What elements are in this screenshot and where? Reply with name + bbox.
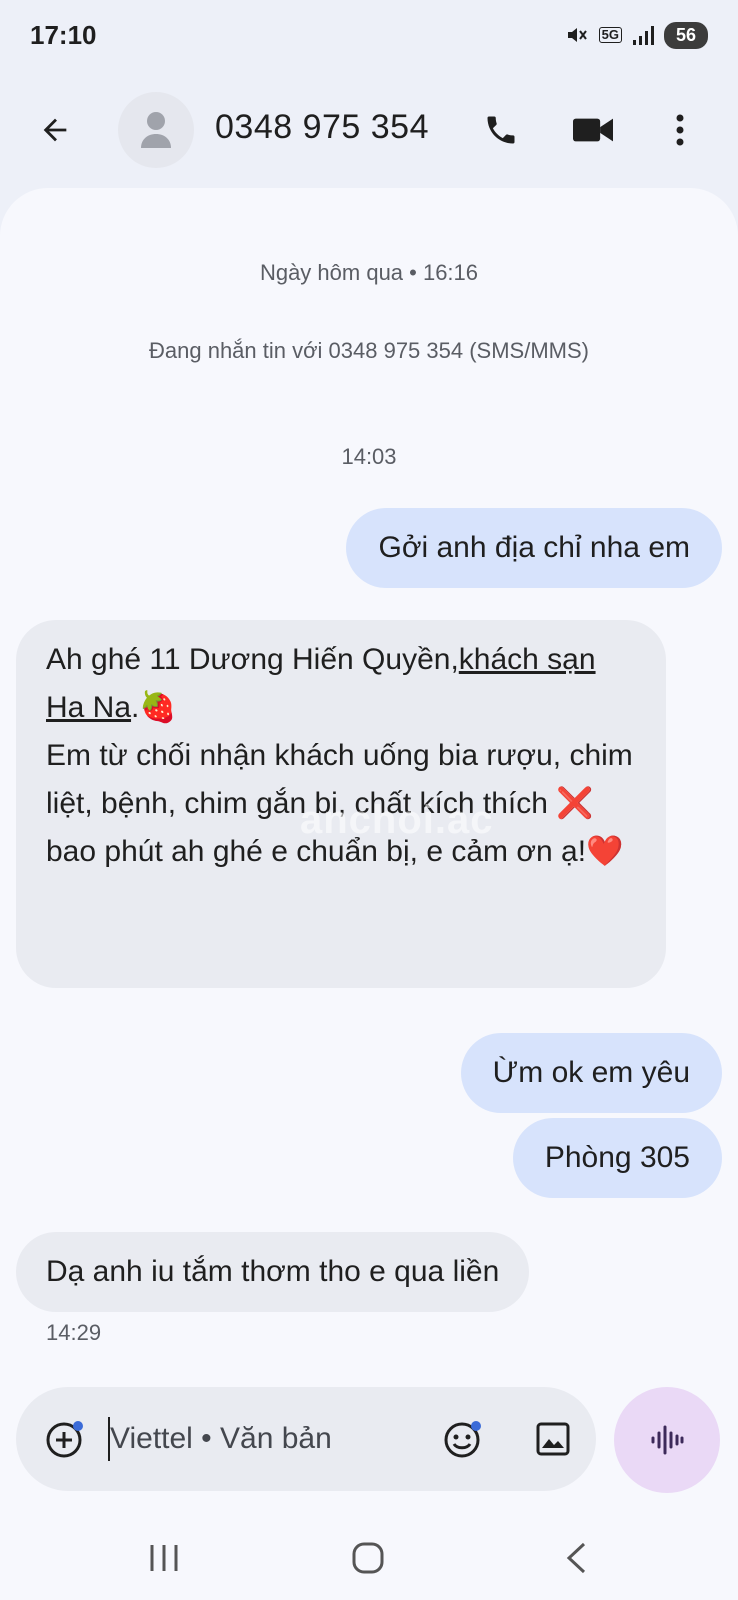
status-icons: 5G 56 bbox=[565, 21, 708, 49]
nav-back-icon bbox=[566, 1542, 586, 1574]
5g-icon: 5G bbox=[598, 27, 622, 43]
more-vertical-icon bbox=[676, 114, 684, 146]
add-circle-icon bbox=[46, 1421, 83, 1458]
message-bubble-outgoing[interactable]: Phòng 305 bbox=[512, 1118, 722, 1198]
battery-icon: 56 bbox=[664, 21, 708, 49]
phone-icon bbox=[487, 116, 515, 144]
back-button[interactable] bbox=[30, 105, 80, 155]
attach-button[interactable] bbox=[40, 1414, 90, 1464]
emoji-icon bbox=[444, 1421, 481, 1458]
message-text: Ah ghé 11 Dương Hiến Quyền, bbox=[46, 643, 459, 676]
video-camera-icon bbox=[573, 118, 613, 142]
conversation-info: Đang nhắn tin với 0348 975 354 (SMS/MMS) bbox=[149, 338, 589, 363]
watermark: anchoi.ac bbox=[300, 798, 494, 842]
mute-icon bbox=[565, 23, 589, 47]
call-button[interactable] bbox=[476, 105, 526, 155]
video-call-button[interactable] bbox=[566, 105, 620, 155]
home-button[interactable] bbox=[346, 1536, 390, 1580]
app-bar: 0348 975 354 bbox=[0, 80, 738, 180]
emoji-button[interactable] bbox=[438, 1414, 488, 1464]
voice-message-button[interactable] bbox=[614, 1387, 720, 1493]
compose-bar bbox=[16, 1387, 596, 1491]
message-bubble-outgoing[interactable]: Gởi anh địa chỉ nha em bbox=[346, 508, 722, 588]
image-icon bbox=[536, 1422, 570, 1456]
status-bar: 17:10 5G 56 bbox=[0, 0, 738, 70]
message-bubble-incoming[interactable]: Dạ anh iu tắm thơm tho e qua liền bbox=[16, 1232, 530, 1312]
back-arrow-icon bbox=[43, 118, 67, 142]
status-time: 17:10 bbox=[30, 19, 97, 50]
recent-apps-button[interactable] bbox=[144, 1538, 184, 1578]
nav-back-button[interactable] bbox=[556, 1538, 596, 1578]
recent-apps-icon bbox=[150, 1545, 178, 1571]
message-bubble-outgoing[interactable]: Ừm ok em yêu bbox=[460, 1033, 722, 1113]
navigation-bar bbox=[0, 1520, 738, 1600]
message-text: Gởi anh địa chỉ nha em bbox=[378, 531, 690, 564]
contact-title: 0348 975 354 bbox=[215, 108, 429, 146]
message-text: Ừm ok em yêu bbox=[492, 1056, 690, 1089]
date-divider: Ngày hôm qua • 16:16 bbox=[259, 260, 479, 285]
message-time: 14:29 bbox=[46, 1320, 102, 1345]
message-text: Dạ anh iu tắm thơm tho e qua liền bbox=[46, 1255, 500, 1288]
message-time: 14:03 bbox=[341, 444, 397, 469]
message-text: Phòng 305 bbox=[544, 1141, 690, 1174]
person-icon bbox=[141, 112, 171, 148]
avatar[interactable] bbox=[118, 92, 194, 168]
voice-waveform-icon bbox=[651, 1425, 684, 1455]
signal-icon bbox=[632, 24, 654, 46]
home-icon bbox=[352, 1542, 384, 1574]
more-options-button[interactable] bbox=[660, 105, 700, 155]
message-input[interactable] bbox=[108, 1417, 408, 1461]
gallery-button[interactable] bbox=[528, 1414, 578, 1464]
